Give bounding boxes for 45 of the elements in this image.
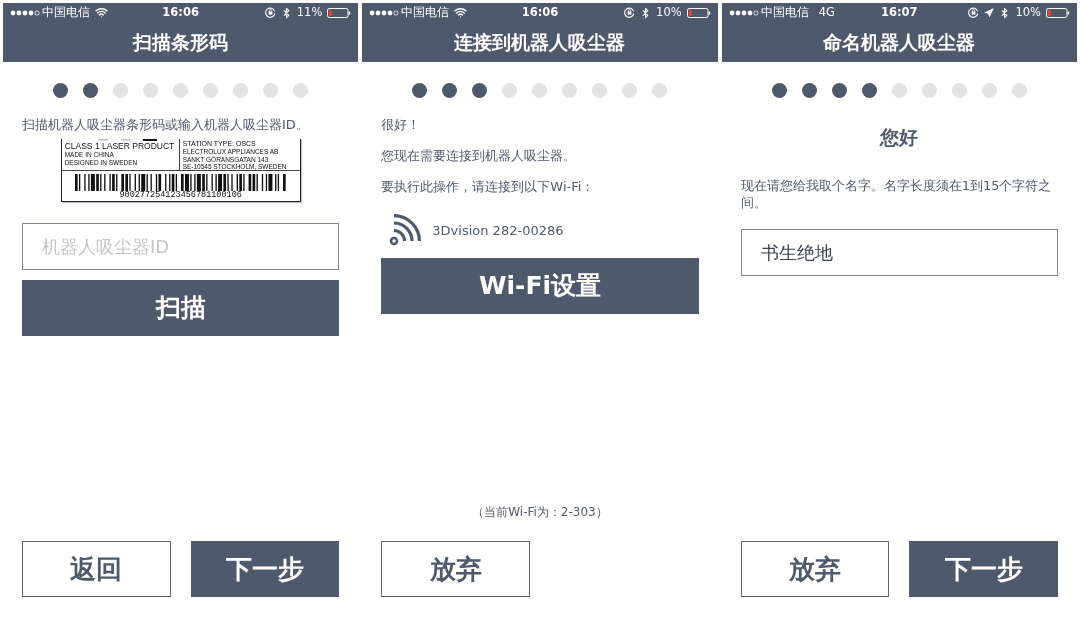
clock-time: 16:06 <box>521 6 559 19</box>
battery-icon <box>327 7 352 18</box>
signal-dots-icon <box>10 9 40 16</box>
label-title: CLASS 1 LASER PRODUCT <box>64 141 176 151</box>
clock-time: 16:06 <box>162 6 199 19</box>
battery-percent: 11% <box>296 6 323 19</box>
rotation-lock-icon <box>968 7 980 18</box>
barcode-icon <box>74 174 287 191</box>
barcode-number: 900277254123456781100106 <box>119 191 242 200</box>
wifi-icon <box>454 6 468 19</box>
network-name: 3Dvision 282-00286 <box>432 222 564 241</box>
text-input-field[interactable]: 书生绝地 <box>740 229 1058 276</box>
battery-percent: 10% <box>1015 6 1041 19</box>
next-button[interactable]: 下一步 <box>909 541 1058 597</box>
secondary-button[interactable]: 放弃 <box>381 541 531 597</box>
secondary-button[interactable]: 放弃 <box>740 541 890 597</box>
signal-dots-icon <box>728 9 759 16</box>
current-wifi-note: （当前Wi-Fi为：2-303） <box>471 504 609 520</box>
instruction-text: 要执行此操作，请连接到以下Wi-Fi： <box>381 178 596 195</box>
instruction-text: 很好！ <box>381 116 422 133</box>
wifi-signal-icon <box>389 214 423 246</box>
rotation-lock-icon <box>624 7 636 18</box>
primary-action-button[interactable]: Wi-Fi设置 <box>381 258 699 314</box>
network-type: 4G <box>818 6 835 19</box>
greeting-heading: 您好 <box>878 125 920 149</box>
screen-title: 连接到机器人吸尘器 <box>454 32 626 52</box>
carrier-name: 中国电信 <box>42 6 90 19</box>
primary-action-button[interactable]: 扫描 <box>22 280 340 336</box>
carrier-name: 中国电信 <box>401 6 450 19</box>
instruction-text: 扫描机器人吸尘器条形码或输入机器人吸尘器ID。 <box>22 116 310 133</box>
instruction-text: 您现在需要连接到机器人吸尘器。 <box>381 147 578 164</box>
carrier-name: 中国电信 <box>760 6 809 19</box>
battery-percent: 10% <box>656 6 682 19</box>
screen-title: 扫描条形码 <box>133 32 229 52</box>
signal-dots-icon <box>369 9 400 16</box>
text-input-field[interactable]: 机器人吸尘器ID <box>22 223 340 270</box>
secondary-button[interactable]: 返回 <box>22 541 171 597</box>
wifi-icon <box>95 6 108 19</box>
clock-time: 16:07 <box>881 6 918 19</box>
battery-icon <box>1045 7 1070 18</box>
rotation-lock-icon <box>264 7 276 18</box>
battery-icon <box>686 7 711 18</box>
instruction-text: 现在请您给我取个名字。名字长度须在1到15个字符之间。 <box>740 177 1053 211</box>
screen-title: 命名机器人吸尘器 <box>823 32 976 52</box>
next-button[interactable]: 下一步 <box>190 541 340 597</box>
